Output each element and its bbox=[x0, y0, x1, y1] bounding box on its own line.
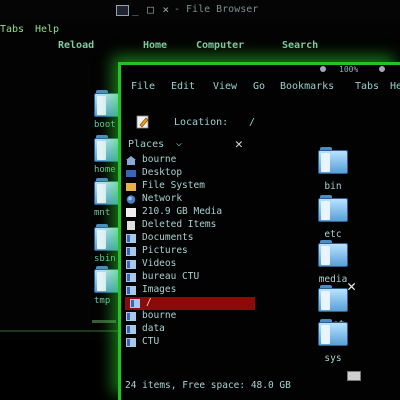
menu-tabs[interactable]: Tabs bbox=[355, 81, 379, 92]
resize-handle[interactable] bbox=[347, 371, 361, 381]
place-item-deleted-items[interactable]: Deleted Items bbox=[121, 219, 261, 232]
place-label: Videos bbox=[142, 258, 177, 269]
place-label: Desktop bbox=[142, 167, 183, 178]
edit-location-icon[interactable] bbox=[136, 115, 150, 129]
search-button[interactable]: Search bbox=[282, 40, 318, 51]
back-toolbar: Reload Home Computer Search bbox=[0, 40, 400, 54]
location-label: Location: bbox=[174, 117, 229, 128]
place-item-documents[interactable]: Documents bbox=[121, 232, 261, 245]
place-item-media-drive[interactable]: 210.9 GB Media bbox=[121, 206, 261, 219]
window-controls[interactable]: _ □ × bbox=[132, 3, 170, 16]
place-item-bourne[interactable]: bourne bbox=[121, 154, 261, 167]
file-label: sys bbox=[324, 353, 342, 364]
back-window-edge bbox=[0, 330, 118, 332]
status-bar: 24 items, Free space: 48.0 GB bbox=[125, 380, 291, 391]
chevron-down-icon[interactable]: ⌵ bbox=[176, 138, 182, 149]
place-label: File System bbox=[142, 180, 205, 191]
place-label: Images bbox=[142, 284, 177, 295]
reload-button[interactable]: Reload bbox=[58, 40, 94, 51]
bookmark-folder-icon bbox=[126, 325, 136, 334]
filesystem-icon bbox=[126, 183, 136, 191]
places-dropdown[interactable]: Places bbox=[128, 139, 164, 150]
bookmark-folder-icon bbox=[130, 299, 140, 308]
file-label: home bbox=[94, 165, 116, 175]
bookmark-folder-icon bbox=[126, 247, 136, 256]
place-label: Pictures bbox=[142, 245, 188, 256]
front-titlebar[interactable]: 100% bbox=[121, 65, 400, 77]
menu-file[interactable]: File bbox=[131, 81, 155, 92]
place-item-ctu[interactable]: CTU bbox=[121, 336, 261, 349]
place-item-file-system[interactable]: File System bbox=[121, 180, 261, 193]
back-titlebar[interactable]: _ □ × - File Browser bbox=[0, 0, 400, 20]
menu-go[interactable]: Go bbox=[253, 81, 265, 92]
zoom-in-icon[interactable] bbox=[379, 66, 385, 72]
home-button[interactable]: Home bbox=[143, 40, 167, 51]
menubar: File Edit View Go Bookmarks Tabs Help bbox=[121, 81, 400, 95]
zoom-level: 100% bbox=[339, 65, 359, 74]
desktop-icon bbox=[126, 170, 136, 177]
menu-help[interactable]: Help bbox=[390, 81, 400, 92]
close-icon[interactable]: ✕ bbox=[347, 277, 356, 295]
bookmark-folder-icon bbox=[126, 286, 136, 295]
menu-help[interactable]: Help bbox=[35, 24, 59, 35]
zoom-out-icon[interactable] bbox=[320, 66, 326, 72]
place-item-pictures[interactable]: Pictures bbox=[121, 245, 261, 258]
place-item-bureau-ctu[interactable]: bureau CTU bbox=[121, 271, 261, 284]
bookmark-folder-icon bbox=[126, 234, 136, 243]
file-label: sbin bbox=[94, 254, 116, 264]
place-label: Network bbox=[142, 193, 183, 204]
place-label: Documents bbox=[142, 232, 194, 243]
menu-view[interactable]: View bbox=[213, 81, 237, 92]
bookmark-folder-icon bbox=[126, 273, 136, 282]
place-item-network[interactable]: Network bbox=[121, 193, 261, 206]
place-label: 210.9 GB Media bbox=[142, 206, 223, 217]
place-item-bourne-bookmark[interactable]: bourne bbox=[121, 310, 261, 323]
back-scrollbar[interactable] bbox=[92, 320, 116, 323]
back-menubar: Tabs Help bbox=[0, 24, 400, 38]
menu-bookmarks[interactable]: Bookmarks bbox=[280, 81, 334, 92]
bookmark-folder-icon bbox=[126, 260, 136, 269]
place-label: / bbox=[146, 297, 152, 308]
folder-icon bbox=[318, 283, 348, 313]
place-label: bourne bbox=[142, 154, 177, 165]
folder-icon bbox=[318, 145, 348, 175]
place-item-videos[interactable]: Videos bbox=[121, 258, 261, 271]
file-browser-window[interactable]: 100% File Edit View Go Bookmarks Tabs He… bbox=[118, 62, 400, 400]
place-label: bourne bbox=[142, 310, 177, 321]
trash-icon bbox=[127, 221, 135, 230]
menu-edit[interactable]: Edit bbox=[171, 81, 195, 92]
computer-button[interactable]: Computer bbox=[196, 40, 244, 51]
place-item-desktop[interactable]: Desktop bbox=[121, 167, 261, 180]
menu-tabs[interactable]: Tabs bbox=[0, 24, 24, 35]
location-input[interactable]: / bbox=[249, 117, 255, 128]
back-window-title: - File Browser bbox=[174, 4, 259, 15]
network-icon bbox=[126, 195, 136, 204]
bookmark-folder-icon bbox=[126, 312, 136, 321]
folder-icon bbox=[318, 193, 348, 223]
place-label: bureau CTU bbox=[142, 271, 200, 282]
place-label: CTU bbox=[142, 336, 160, 347]
bookmark-folder-icon bbox=[126, 338, 136, 347]
file-label: mnt bbox=[94, 208, 111, 218]
file-label: bin bbox=[324, 181, 342, 192]
place-label: Deleted Items bbox=[142, 219, 217, 230]
folder-icon bbox=[318, 238, 348, 268]
file-label: boot bbox=[94, 120, 116, 130]
place-label: data bbox=[142, 323, 165, 334]
place-item-data[interactable]: data bbox=[121, 323, 261, 336]
close-sidebar-icon[interactable]: ✕ bbox=[235, 137, 243, 152]
window-icon bbox=[116, 5, 129, 16]
home-icon bbox=[126, 156, 136, 165]
place-item-images[interactable]: Images bbox=[121, 284, 261, 297]
file-label: tmp bbox=[94, 296, 111, 306]
place-item-root-selected[interactable]: / bbox=[125, 297, 255, 310]
drive-icon bbox=[126, 208, 136, 217]
folder-icon bbox=[318, 317, 348, 347]
